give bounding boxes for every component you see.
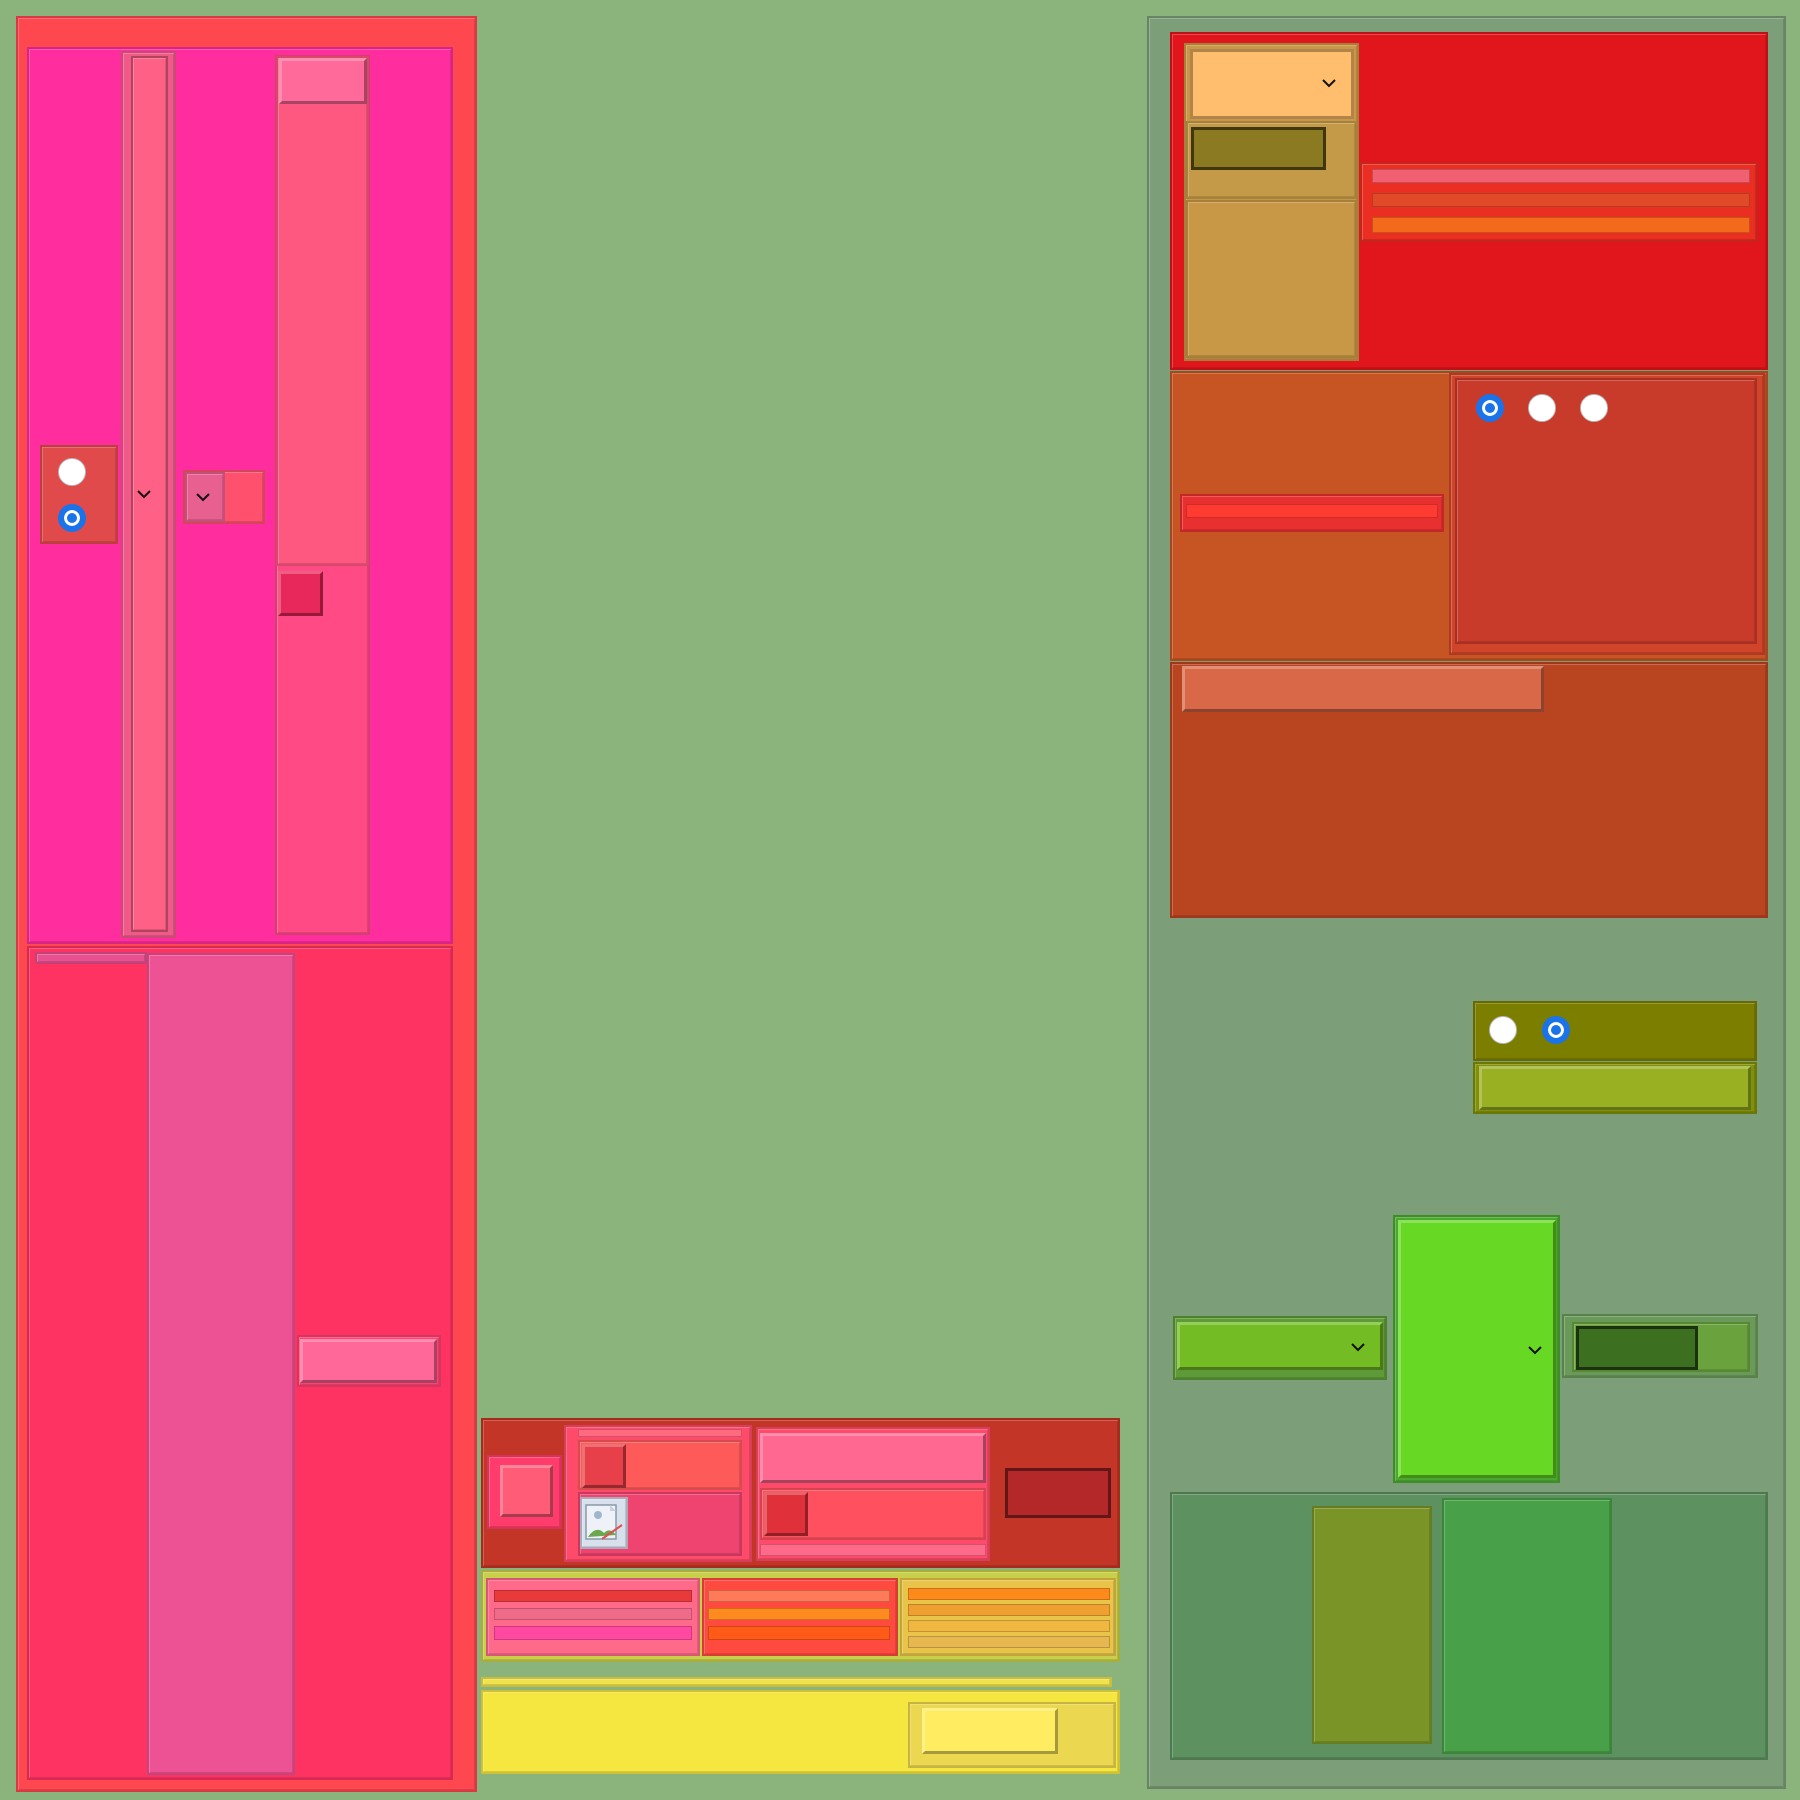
table-row <box>494 1626 692 1640</box>
table-row <box>494 1590 692 1602</box>
tall-pink-column <box>147 953 295 1775</box>
olive-button[interactable] <box>1191 127 1326 170</box>
dark-green-button[interactable] <box>1576 1326 1698 1370</box>
chevron-down-icon <box>1527 1343 1543 1357</box>
table-row <box>1372 217 1750 233</box>
table-row <box>908 1636 1110 1648</box>
broken-image-icon <box>585 1504 623 1540</box>
chevron-down-icon <box>195 490 211 504</box>
rose-text-input[interactable] <box>300 1339 437 1383</box>
table-row <box>708 1590 890 1602</box>
slider-handle[interactable] <box>278 571 323 616</box>
dark-red-button[interactable] <box>1005 1468 1111 1518</box>
olive-text-input[interactable] <box>1479 1066 1751 1110</box>
form-checkbox[interactable] <box>764 1492 808 1536</box>
table-row <box>494 1608 692 1620</box>
image-placeholder <box>580 1497 628 1549</box>
chevron-down-icon <box>1350 1340 1366 1354</box>
table-row <box>908 1620 1110 1632</box>
radio-option-1[interactable] <box>58 458 86 486</box>
orange-slider[interactable] <box>1186 504 1438 518</box>
radio-option-1[interactable] <box>1476 394 1504 422</box>
table-row <box>908 1604 1110 1616</box>
chevron-down-icon <box>136 487 152 501</box>
table-row <box>708 1626 890 1640</box>
table-row <box>1372 169 1750 183</box>
tan-lower <box>1186 200 1357 358</box>
form-text-input[interactable] <box>760 1433 986 1483</box>
slider-upper-fill <box>276 56 369 566</box>
yellow-text-input[interactable] <box>922 1708 1058 1754</box>
card-checkbox[interactable] <box>582 1444 626 1488</box>
rust-text-input[interactable] <box>1182 666 1544 712</box>
table-row <box>1372 193 1750 207</box>
radio-option-3[interactable] <box>1580 394 1608 422</box>
checkbox[interactable] <box>500 1465 553 1517</box>
radio-card-inner <box>1455 378 1757 644</box>
table-row <box>708 1608 890 1620</box>
radio-option-2[interactable] <box>1528 394 1556 422</box>
olive-column <box>1312 1506 1432 1744</box>
progress-mini <box>35 952 147 964</box>
green-column <box>1442 1498 1612 1754</box>
form-progress <box>760 1544 986 1556</box>
top-button[interactable] <box>279 58 367 104</box>
radio-option-1[interactable] <box>1489 1016 1517 1044</box>
card-progress <box>578 1429 742 1437</box>
radio-option-2[interactable] <box>1542 1016 1570 1044</box>
table-row <box>908 1588 1110 1600</box>
radio-option-2[interactable] <box>58 504 86 532</box>
chevron-down-icon <box>1321 76 1337 90</box>
yellow-progress <box>481 1677 1112 1687</box>
